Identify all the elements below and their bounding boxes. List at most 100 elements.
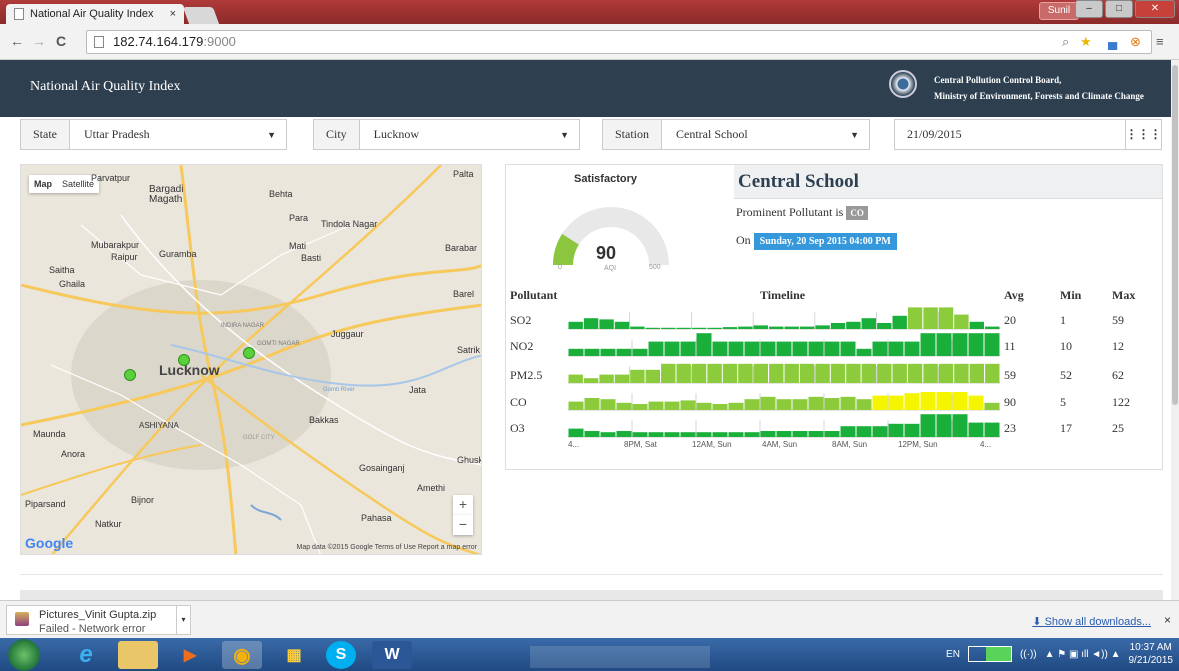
timeline-bar[interactable] [728, 341, 744, 356]
timeline-bar[interactable] [840, 426, 856, 437]
wireless-icon[interactable]: ((·)) [1020, 649, 1037, 660]
timeline-bar[interactable] [632, 432, 648, 437]
timeline-bar[interactable] [904, 341, 920, 356]
timeline-bar[interactable] [824, 398, 840, 410]
page-scrollbar[interactable] [1171, 60, 1179, 600]
minimize-button[interactable]: – [1075, 0, 1103, 18]
station-marker[interactable] [178, 354, 190, 366]
timeline-bar[interactable] [648, 341, 664, 356]
timeline-bar[interactable] [776, 341, 792, 356]
timeline-bar[interactable] [808, 396, 824, 410]
signal-icon[interactable] [967, 646, 1012, 662]
skype-icon[interactable]: S [326, 641, 356, 669]
menu-icon[interactable]: ≡ [1156, 34, 1164, 49]
tray-icons[interactable]: ▲ ⚑ ▣ ıll ◄)) ▲ [1045, 649, 1121, 660]
timeline-bar[interactable] [632, 404, 648, 410]
timeline-bar[interactable] [856, 348, 872, 356]
media-player-icon[interactable]: ▶ [170, 641, 210, 669]
extension-icon-2[interactable]: ⊗ [1130, 34, 1141, 50]
timeline-bar[interactable] [744, 432, 760, 437]
timeline-bar[interactable] [861, 318, 876, 329]
reload-icon[interactable]: C [56, 33, 66, 49]
timeline-bar[interactable] [568, 401, 584, 410]
timeline-bar[interactable] [648, 432, 664, 437]
station-select[interactable]: Station Central School ▼ [602, 119, 870, 150]
timeline-bar[interactable] [645, 327, 660, 329]
timeline-bar[interactable] [968, 395, 984, 410]
timeline-bar[interactable] [616, 431, 632, 437]
timeline-bar[interactable] [680, 341, 696, 356]
timeline-bar[interactable] [769, 326, 784, 329]
timeline-bar[interactable] [614, 374, 630, 383]
timeline-bar[interactable] [984, 422, 1000, 437]
timeline-bar[interactable] [815, 363, 830, 383]
timeline-bar[interactable] [888, 395, 904, 410]
timeline-bar[interactable] [696, 333, 712, 356]
timeline-bar[interactable] [691, 327, 707, 329]
timeline-bar[interactable] [722, 363, 738, 383]
timeline-bar[interactable] [969, 321, 984, 329]
zoom-icon[interactable]: ⌕ [1062, 34, 1069, 50]
timeline-bar[interactable] [907, 363, 923, 383]
timeline-bar[interactable] [583, 378, 599, 383]
timeline-bar[interactable] [872, 395, 888, 410]
timeline-bar[interactable] [856, 399, 872, 410]
timeline-bar[interactable] [664, 401, 680, 410]
timeline-bar[interactable] [707, 327, 722, 329]
timeline-bar[interactable] [808, 431, 824, 437]
timeline-bar[interactable] [954, 314, 969, 329]
timeline-bar[interactable] [904, 393, 920, 410]
chevron-down-icon[interactable]: ▾ [176, 606, 190, 634]
timeline-bar[interactable] [722, 327, 738, 329]
timeline-bar[interactable] [892, 315, 907, 329]
timeline-bar[interactable] [599, 374, 614, 383]
timeline-bar[interactable] [877, 363, 892, 383]
timeline-bar[interactable] [952, 392, 968, 410]
timeline-bar[interactable] [584, 398, 600, 410]
timeline-bar[interactable] [792, 431, 808, 437]
timeline-bar[interactable] [753, 325, 768, 329]
timeline-bar[interactable] [760, 431, 776, 437]
timeline-bar[interactable] [738, 363, 753, 383]
clock[interactable]: 10:37 AM 9/21/2015 [1129, 641, 1174, 667]
timeline-bar[interactable] [728, 402, 744, 410]
timeline-bar[interactable] [769, 363, 784, 383]
timeline-bar[interactable] [661, 363, 676, 383]
timeline-bar[interactable] [952, 414, 968, 437]
timeline-bar[interactable] [599, 319, 614, 329]
timeline-bar[interactable] [792, 341, 808, 356]
timeline-bar[interactable] [696, 402, 712, 410]
timeline-bar[interactable] [888, 341, 904, 356]
timeline-bar[interactable] [969, 363, 984, 383]
timeline-bar[interactable] [877, 323, 892, 329]
timeline-bar[interactable] [984, 402, 1000, 410]
close-download-bar-icon[interactable]: × [1164, 613, 1171, 627]
timeline-bar[interactable] [680, 432, 696, 437]
timeline-bar[interactable] [712, 404, 728, 410]
timeline-bar[interactable] [645, 369, 660, 383]
timeline-bar[interactable] [776, 399, 792, 410]
timeline-bar[interactable] [760, 341, 776, 356]
timeline-bar[interactable] [784, 363, 799, 383]
timeline-bar[interactable] [846, 363, 861, 383]
language-indicator[interactable]: EN [946, 649, 960, 660]
timeline-bar[interactable] [728, 432, 744, 437]
timeline-bar[interactable] [824, 341, 840, 356]
download-item[interactable]: Pictures_Vinit Gupta.zip Failed - Networ… [6, 605, 191, 635]
timeline-bar[interactable] [614, 321, 630, 329]
timeline-bar[interactable] [583, 318, 599, 329]
timeline-bar[interactable] [856, 426, 872, 437]
timeline-bar[interactable] [616, 402, 632, 410]
timeline-bar[interactable] [938, 363, 954, 383]
timeline-bar[interactable] [824, 431, 840, 437]
timeline-bar[interactable] [985, 363, 1000, 383]
map-attribution[interactable]: Map data ©2015 Google Terms of Use Repor… [296, 544, 477, 551]
timeline-bar[interactable] [904, 423, 920, 437]
timeline-bar[interactable] [712, 432, 728, 437]
timeline-bar[interactable] [830, 363, 846, 383]
profile-button[interactable]: Sunil [1039, 2, 1079, 20]
timeline-bar[interactable] [840, 396, 856, 410]
timeline-bar[interactable] [888, 423, 904, 437]
timeline-bar[interactable] [744, 341, 760, 356]
timeline-bar[interactable] [968, 422, 984, 437]
